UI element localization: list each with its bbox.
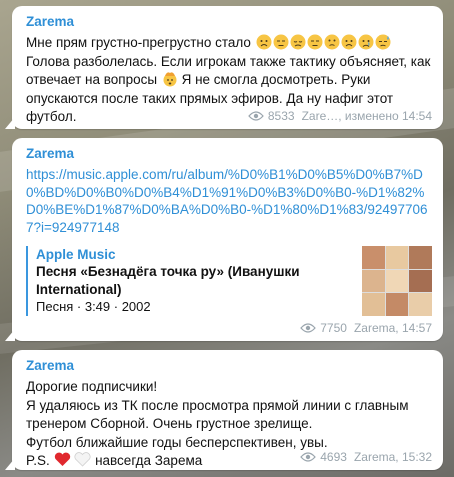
eye-icon [300,452,317,462]
eye-icon [248,111,264,121]
message-link[interactable]: https://music.apple.com/ru/album/%D0%B1%… [26,166,432,236]
views-count: 8533 [267,109,295,123]
worried-face-icon [256,34,272,50]
views-count: 4693 [320,450,347,464]
views-count: 7750 [320,321,347,335]
eye-icon [300,323,317,333]
preview-title: Песня «Безнадёга точка ру» (Иванушки Int… [36,264,300,297]
ps-prefix: P.S. [26,453,50,468]
message-author[interactable]: Zarema [26,357,432,375]
message-author[interactable]: Zarema [26,13,432,31]
message-line: Я удаляюсь из ТК после просмотра прямой … [26,397,409,432]
message-meta: 4693 Zarema, 15:32 [300,450,432,464]
exploding-head-icon [163,72,177,87]
slightly-frowning-face-icon [324,34,340,50]
red-heart-icon [54,452,70,466]
message-author[interactable]: Zarema [26,145,432,163]
message-bubble[interactable]: Zarema Дорогие подписчики! Я удаляюсь из… [5,350,443,470]
white-heart-icon [74,452,91,467]
link-preview[interactable]: Apple Music Песня «Безнадёга точка ру» (… [26,246,432,316]
disappointed-face-icon [290,34,306,50]
message-signature: Zarema, 15:32 [353,450,432,464]
downcast-face-with-sweat-icon [375,34,391,50]
message-bubble[interactable]: Zarema https://music.apple.com/ru/album/… [5,138,443,341]
worried-face-icon [341,34,357,50]
message-meta: 8533 Zare…, изменено 14:54 [248,109,432,123]
album-cover-image[interactable] [362,246,432,316]
message-signature: Zare…, изменено 14:54 [301,109,432,123]
message-bubble[interactable]: Zarema Мне прям грустно-прегрустно стало… [5,6,443,129]
message-meta: 7750 Zarema, 14:57 [300,321,432,335]
message-signature: Zarema, 14:57 [353,321,432,335]
crying-face-icon [358,34,374,50]
pensive-face-icon [273,34,289,50]
message-line: Дорогие подписчики! [26,379,158,394]
message-line: Мне прям грустно-прегрустно стало [26,35,251,50]
ps-suffix: навсегда Зарема [95,453,203,468]
sad-emoji-row [255,34,391,50]
pensive-face-icon [307,34,323,50]
